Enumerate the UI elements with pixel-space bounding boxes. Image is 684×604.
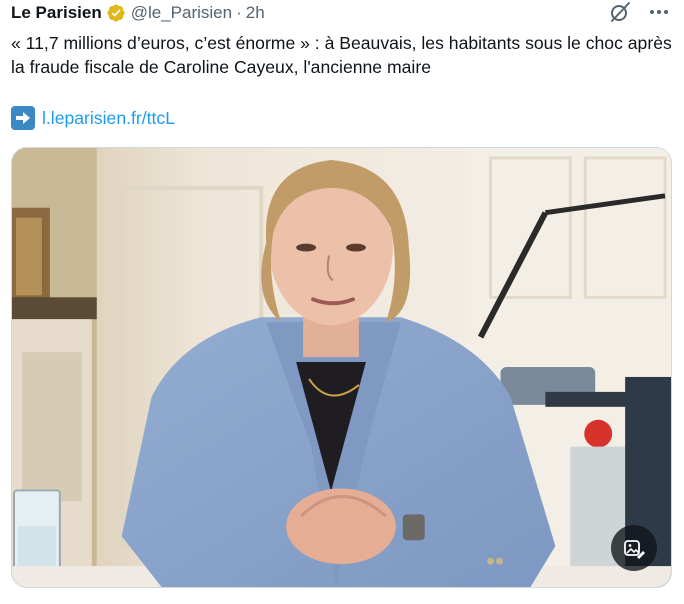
tweet-media[interactable]: [11, 147, 672, 588]
right-arrow-icon: [11, 106, 35, 130]
timestamp[interactable]: 2h: [246, 3, 265, 23]
image-edit-button[interactable]: [611, 525, 657, 571]
tweet-header: Le Parisien @le_Parisien · 2h: [11, 2, 265, 24]
author-name[interactable]: Le Parisien: [11, 3, 102, 23]
tweet-photo[interactable]: [12, 148, 671, 587]
tweet-text: « 11,7 millions d’euros, c’est énorme » …: [11, 33, 672, 77]
verified-badge-icon[interactable]: [106, 3, 126, 23]
image-edit-icon: [624, 540, 645, 559]
more-options-icon[interactable]: [648, 1, 670, 23]
link-row: l.leparisien.fr/ttcL: [11, 105, 175, 131]
article-link[interactable]: l.leparisien.fr/ttcL: [42, 108, 175, 129]
grok-icon[interactable]: [608, 0, 632, 24]
separator-dot: ·: [236, 3, 242, 22]
header-actions: [608, 0, 670, 24]
author-handle[interactable]: @le_Parisien: [131, 3, 232, 23]
